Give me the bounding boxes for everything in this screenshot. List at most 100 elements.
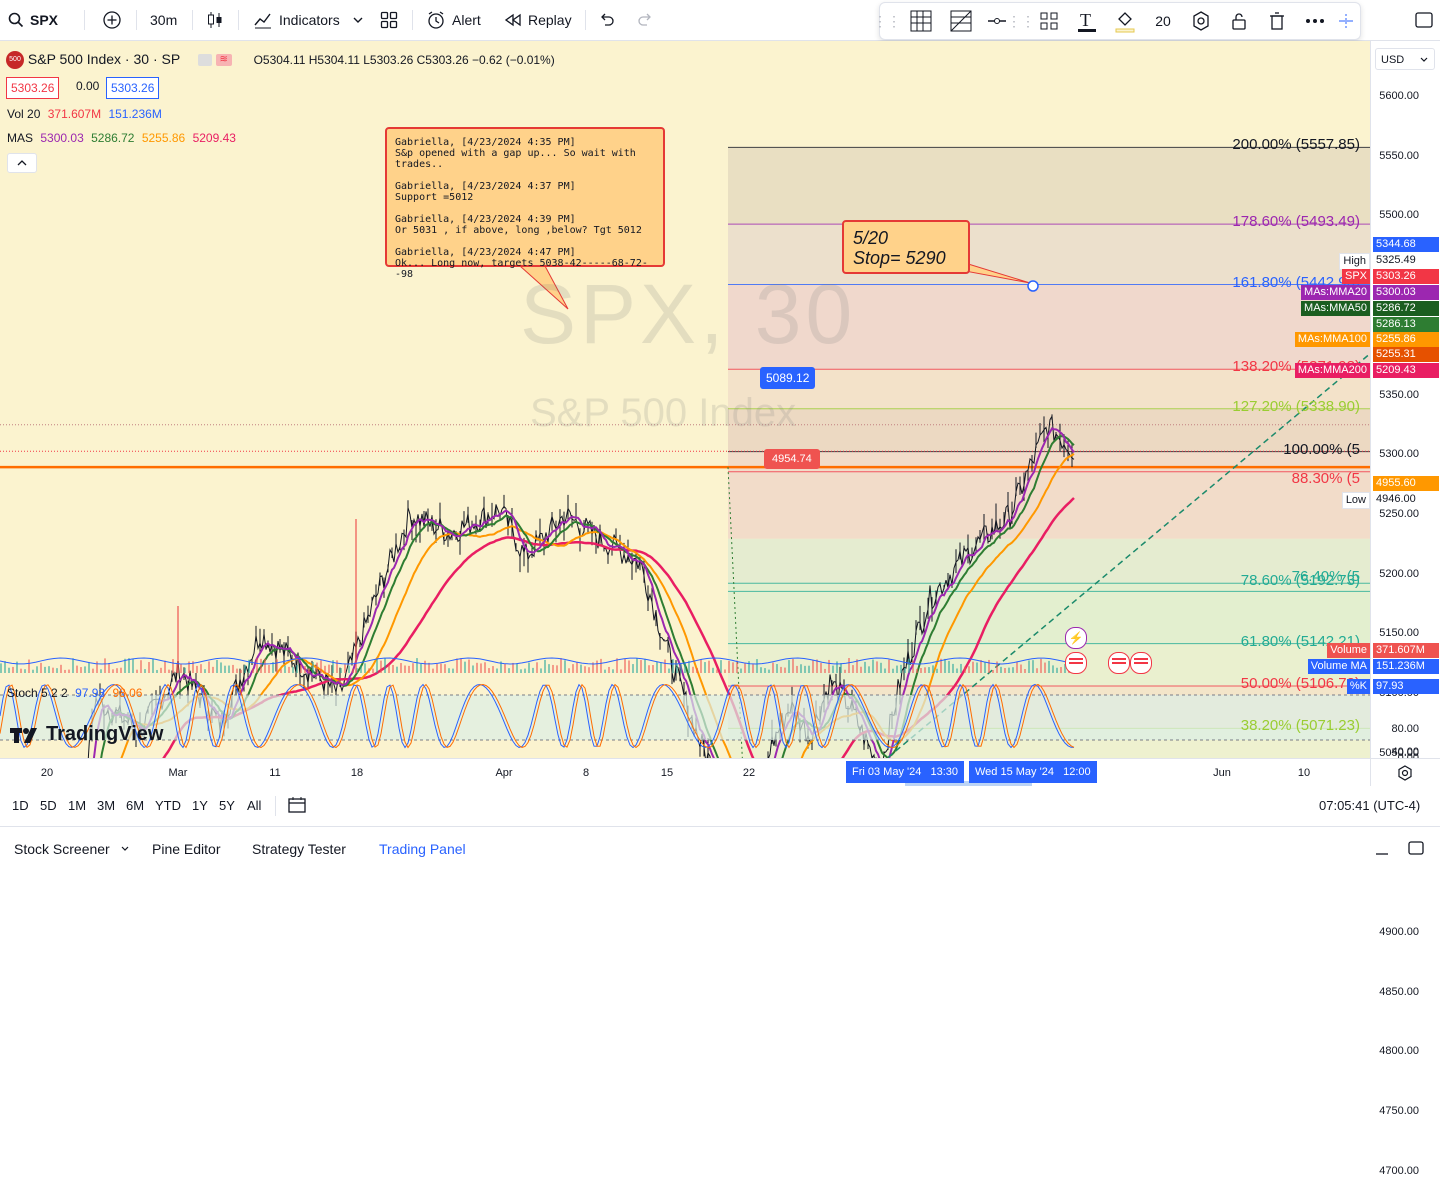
drag-handle-icon[interactable]: ⋮⋮ xyxy=(873,3,901,39)
volume-bar xyxy=(944,658,946,673)
fill-color-button[interactable] xyxy=(1110,3,1140,39)
fib-settings-button[interactable] xyxy=(946,3,976,39)
wave-icon[interactable]: ≋ xyxy=(215,54,232,67)
chevron-down-icon xyxy=(1420,57,1428,62)
series-title: S&P 500 Index · 30 · SP xyxy=(27,51,180,67)
volume-bar xyxy=(836,661,838,673)
price-tick-label: 5100.00 xyxy=(1379,687,1419,699)
volume-bar xyxy=(632,664,634,673)
chart-type-button[interactable] xyxy=(205,0,225,40)
volume-bar xyxy=(476,662,478,673)
volume-bar xyxy=(568,668,570,673)
lock-button[interactable] xyxy=(1224,3,1254,39)
replay-button[interactable]: Replay xyxy=(504,0,572,40)
currency-select[interactable]: USD xyxy=(1375,48,1435,70)
mas-legend[interactable]: MAS 5300.03 5286.72 5255.86 5209.43 xyxy=(7,131,236,145)
lightning-icon[interactable]: ⚡ xyxy=(1065,627,1087,649)
volume-bar xyxy=(244,664,246,673)
volume-bar xyxy=(388,664,390,673)
alert-button[interactable]: Alert xyxy=(426,0,481,40)
high-price-marker[interactable]: 5089.12 xyxy=(760,367,816,389)
settings-button[interactable] xyxy=(1186,3,1216,39)
low-price-marker[interactable]: 4954.74 xyxy=(764,449,820,469)
volume-bar xyxy=(872,659,874,673)
range-all[interactable]: All xyxy=(247,798,261,813)
range-1d[interactable]: 1D xyxy=(12,798,29,813)
volume-bar xyxy=(916,668,918,673)
object-tree-button[interactable] xyxy=(1034,3,1064,39)
layouts-button[interactable] xyxy=(380,0,398,40)
volume-bar xyxy=(148,662,150,673)
volume-bar xyxy=(544,659,546,673)
series-legend[interactable]: 500 S&P 500 Index · 30 · SP ≋ O5304.11 H… xyxy=(6,51,555,70)
time-axis[interactable]: 20 Mar 11 18 Apr 8 15 22 Jun 10 Fri 03 May '24 13… xyxy=(0,758,1370,787)
volume-bar xyxy=(96,661,98,673)
volume-bar xyxy=(36,666,38,673)
time-marker-end[interactable]: Wed 15 May '24 12:00 xyxy=(969,761,1097,783)
interval-button[interactable]: 30m xyxy=(150,0,177,40)
volume-bar xyxy=(396,666,398,673)
indicators-button[interactable]: Indicators xyxy=(253,0,340,40)
redo-button[interactable] xyxy=(636,0,654,40)
maximize-panel-button[interactable] xyxy=(1407,839,1425,862)
undo-button[interactable] xyxy=(598,0,616,40)
volume-bar xyxy=(584,666,586,673)
volume-bar xyxy=(376,659,378,673)
tab-strategy-tester[interactable]: Strategy Tester xyxy=(252,841,346,857)
symbol-search[interactable]: SPX xyxy=(8,0,58,40)
range-1m[interactable]: 1M xyxy=(68,798,86,813)
volume-bar xyxy=(516,663,518,673)
us-flag-icon[interactable] xyxy=(1065,652,1087,674)
more-button[interactable] xyxy=(1300,3,1330,39)
stoch-legend[interactable]: Stoch 5 2 2 97.93 98.06 xyxy=(7,686,142,700)
tradingview-logo[interactable]: TradingView xyxy=(10,723,163,746)
range-ytd[interactable]: YTD xyxy=(155,798,181,813)
volume-bar xyxy=(612,669,614,673)
range-1y[interactable]: 1Y xyxy=(192,798,208,813)
price-axis[interactable]: USD 5600.00 5550.00 5500.00 5450.00 5400.00 5… xyxy=(1370,41,1440,1177)
compare-button[interactable] xyxy=(102,0,122,40)
range-5d[interactable]: 5D xyxy=(40,798,57,813)
volume-legend[interactable]: Vol 20 371.607M 151.236M xyxy=(7,107,162,121)
delete-button[interactable] xyxy=(1262,3,1292,39)
visibility-icon[interactable] xyxy=(197,54,212,67)
callout-box[interactable]: 5/20 Stop= 5290 xyxy=(842,220,970,274)
volume-bar xyxy=(672,659,674,673)
minimize-panel-button[interactable] xyxy=(1374,841,1390,862)
stoch-tick-label: 80.00 xyxy=(1391,723,1419,735)
volume-bar xyxy=(256,658,258,673)
us-flag-icon[interactable] xyxy=(1130,652,1152,674)
note-line: Support =5012 xyxy=(395,192,474,203)
axis-settings-button[interactable] xyxy=(1397,765,1413,786)
fib-template-button[interactable] xyxy=(906,3,936,39)
time-marker-start[interactable]: Fri 03 May '24 13:30 xyxy=(846,761,965,783)
volume-bar xyxy=(580,664,582,673)
volume-bar xyxy=(588,667,590,673)
buy-price[interactable]: 5303.26 xyxy=(106,77,160,99)
chart-pane[interactable]: SPX, 30 S&P 500 Index 500 S&P 500 Index … xyxy=(0,41,1370,758)
note-blank xyxy=(395,170,655,181)
drag-handle-icon[interactable]: ⋮⋮ xyxy=(1007,3,1035,39)
tab-stock-screener[interactable]: Stock Screener xyxy=(14,841,130,857)
clock[interactable]: 07:05:41 (UTC-4) xyxy=(1319,798,1420,813)
tab-trading-panel[interactable]: Trading Panel xyxy=(379,841,466,857)
goto-date-button[interactable] xyxy=(287,796,307,819)
volume-bar xyxy=(92,668,94,673)
note-box[interactable]: Gabriella, [4/23/2024 4:35 PM] S&p opene… xyxy=(385,127,665,280)
volume-bar xyxy=(284,665,286,673)
range-6m[interactable]: 6M xyxy=(126,798,144,813)
range-3m[interactable]: 3M xyxy=(97,798,115,813)
price-tick-label: 4750.00 xyxy=(1379,1104,1419,1117)
trash-icon xyxy=(1270,12,1284,30)
font-size-button[interactable]: 20 xyxy=(1150,3,1176,39)
text-color-button[interactable]: T xyxy=(1072,3,1102,39)
tab-pine-editor[interactable]: Pine Editor xyxy=(152,841,220,857)
range-5y[interactable]: 5Y xyxy=(219,798,235,813)
collapse-legend-button[interactable] xyxy=(7,153,37,173)
sell-price[interactable]: 5303.26 xyxy=(6,77,60,99)
price-tick-label: 5250.00 xyxy=(1379,507,1419,520)
collapse-toolbar-button[interactable] xyxy=(1336,3,1356,39)
indicators-dropdown[interactable] xyxy=(352,0,364,40)
fullscreen-button[interactable] xyxy=(1414,0,1434,40)
us-flag-icon[interactable] xyxy=(1108,652,1130,674)
